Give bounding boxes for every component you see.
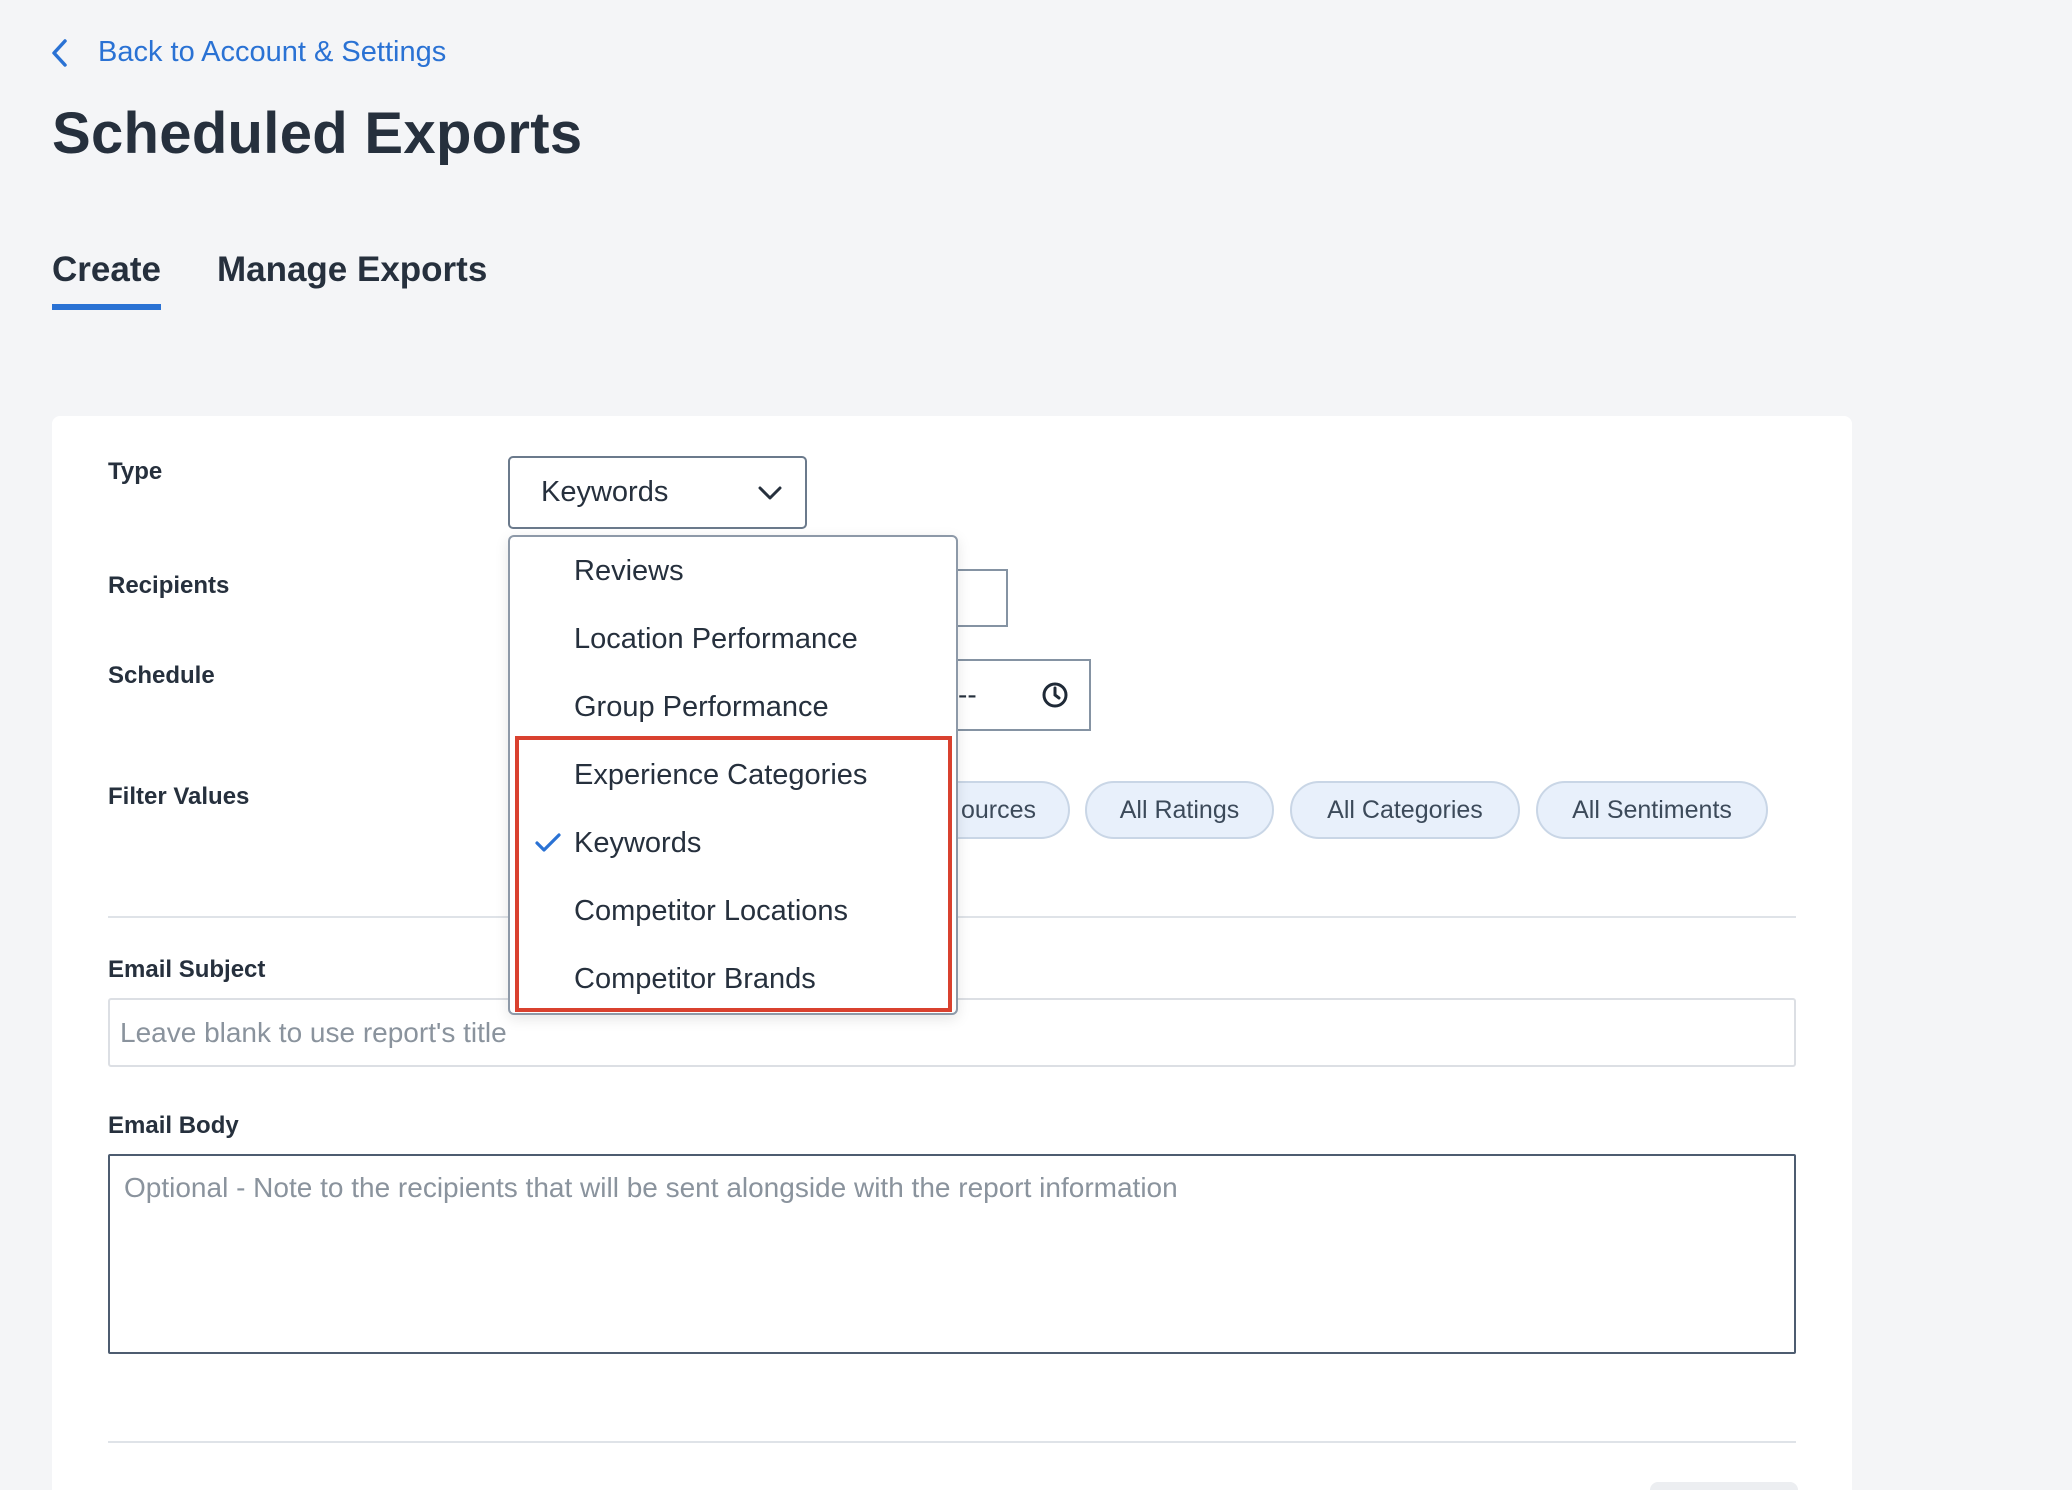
email-body-textarea[interactable]: [108, 1154, 1796, 1354]
filter-values-label: Filter Values: [108, 783, 250, 810]
dropdown-option-location-performance[interactable]: Location Performance: [510, 609, 956, 669]
page-title: Scheduled Exports: [52, 101, 583, 166]
type-select[interactable]: Keywords: [508, 456, 807, 529]
checkmark-icon: [535, 833, 561, 852]
section-divider: [108, 1441, 1796, 1443]
chevron-left-icon: [52, 38, 67, 67]
filter-chip-label: ources: [960, 795, 1036, 824]
clock-icon: [1042, 682, 1068, 708]
filter-chip-categories[interactable]: All Categories: [1290, 781, 1520, 839]
schedule-time-value: --: [958, 679, 977, 710]
dropdown-option-keywords[interactable]: Keywords: [510, 813, 956, 873]
dropdown-option-label: Competitor Locations: [574, 894, 849, 927]
dropdown-option-competitor-locations[interactable]: Competitor Locations: [510, 881, 956, 941]
dropdown-option-label: Keywords: [574, 826, 702, 859]
filter-chip-sources[interactable]: ources: [952, 781, 1070, 839]
tab-create[interactable]: Create: [52, 250, 161, 310]
schedule-label: Schedule: [108, 662, 215, 689]
dropdown-option-reviews[interactable]: Reviews: [510, 541, 956, 601]
back-link[interactable]: Back to Account & Settings: [50, 36, 446, 69]
dropdown-option-experience-categories[interactable]: Experience Categories: [510, 745, 956, 805]
dropdown-option-label: Competitor Brands: [574, 962, 816, 995]
filter-chip-label: All Ratings: [1119, 795, 1240, 824]
dropdown-option-label: Reviews: [574, 554, 684, 587]
dropdown-option-group-performance[interactable]: Group Performance: [510, 677, 956, 737]
submit-button[interactable]: [1650, 1482, 1798, 1490]
tab-manage-exports[interactable]: Manage Exports: [217, 250, 487, 310]
tab-bar: Create Manage Exports: [52, 250, 487, 310]
recipients-label: Recipients: [108, 572, 230, 599]
dropdown-option-label: Group Performance: [574, 690, 829, 723]
back-link-label: Back to Account & Settings: [98, 36, 447, 68]
filter-chip-sentiments[interactable]: All Sentiments: [1536, 781, 1768, 839]
type-label: Type: [108, 458, 163, 485]
dropdown-option-competitor-brands[interactable]: Competitor Brands: [510, 949, 956, 1009]
type-select-value: Keywords: [541, 476, 669, 508]
dropdown-option-label: Experience Categories: [574, 758, 868, 791]
filter-chip-label: All Sentiments: [1572, 795, 1732, 824]
recipients-input[interactable]: [952, 569, 1008, 627]
schedule-time-input[interactable]: --: [952, 659, 1091, 731]
filter-chip-ratings[interactable]: All Ratings: [1085, 781, 1274, 839]
chevron-down-icon: [758, 486, 782, 499]
dropdown-option-label: Location Performance: [574, 622, 858, 655]
page: Back to Account & Settings Scheduled Exp…: [0, 0, 2072, 1490]
email-subject-label: Email Subject: [108, 956, 266, 983]
type-dropdown-menu: Reviews Location Performance Group Perfo…: [508, 535, 958, 1015]
filter-chip-label: All Categories: [1327, 795, 1483, 824]
email-body-label: Email Body: [108, 1112, 239, 1139]
